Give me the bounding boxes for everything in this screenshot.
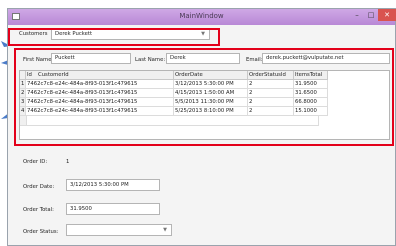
title-bar[interactable]: MainWindow – □ ✕ xyxy=(8,9,396,25)
customers-highlight-box xyxy=(8,28,220,46)
chevron-down-icon: ▼ xyxy=(163,227,167,233)
minimize-button[interactable]: – xyxy=(350,9,364,21)
order-date-label: Order Date: xyxy=(23,184,55,190)
order-date-field[interactable]: 3/12/2013 5:30:00 PM xyxy=(66,179,160,191)
order-status-combobox[interactable]: ▼ xyxy=(66,224,172,236)
order-id-label: Order ID: xyxy=(23,159,48,165)
close-button[interactable]: ✕ xyxy=(378,9,396,21)
order-total-field[interactable]: 31.9500 xyxy=(66,203,160,215)
maximize-button[interactable]: □ xyxy=(364,9,378,21)
order-status-label: Order Status: xyxy=(23,229,59,235)
window-title: MainWindow xyxy=(179,12,224,20)
order-id-value: 1 xyxy=(66,159,70,165)
grid-highlight-box xyxy=(14,48,394,146)
order-total-label: Order Total: xyxy=(23,207,54,213)
